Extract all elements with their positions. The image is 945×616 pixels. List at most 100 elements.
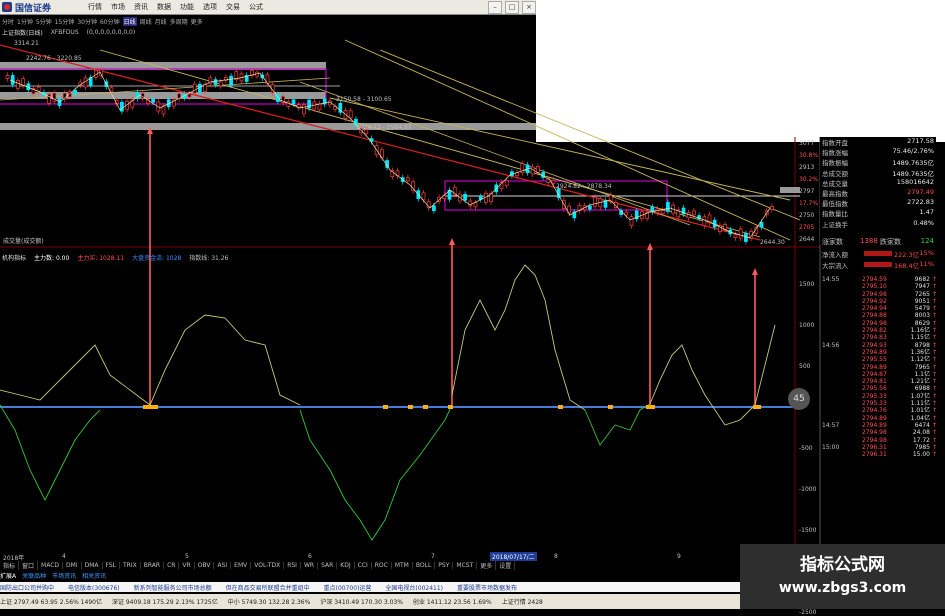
candle [624, 211, 629, 216]
tick-row: 2794.94 5479 ↑ [820, 305, 936, 312]
news-link[interactable]: 新系列智能服务公司市场总额 [134, 583, 212, 592]
indicator-tab[interactable]: DMI [63, 562, 82, 569]
price-tick-label: 2644 [799, 236, 815, 243]
tick-time: 14:56 [822, 341, 840, 349]
indicator-tab[interactable]: MACD [38, 562, 64, 569]
sub-tab[interactable]: 相关资讯 [82, 571, 106, 580]
tick-row: 2796.31 15.00 ↑ [820, 451, 936, 458]
candle [161, 105, 166, 115]
indicator-tab[interactable]: CR [164, 562, 180, 569]
indicator-tab[interactable]: ROC [372, 562, 392, 569]
info-row: 最高指数 2797.49 [822, 188, 934, 198]
info-row: 指数涨幅 75.46/2.76% [822, 147, 934, 157]
trend-line [0, 44, 761, 241]
news-link[interactable]: 重点(00700)运营 [324, 583, 372, 592]
signal-marker [448, 405, 453, 409]
tick-price: 2794.89 [862, 363, 887, 371]
month-label: 4 [62, 553, 66, 560]
tick-price: 2794.89 [862, 414, 887, 422]
indicator-tab[interactable]: 设置 [496, 561, 516, 570]
candle [36, 86, 41, 92]
news-link[interactable]: 全国电视台(002411) [385, 583, 443, 592]
info-row: 总成交量 158016642 [822, 178, 934, 188]
candle [99, 69, 103, 77]
indicator-tab[interactable]: CCI [355, 562, 372, 569]
candle [733, 234, 738, 239]
indicator-tab[interactable]: 指标 [0, 561, 20, 570]
info-label: 总成交额 [822, 169, 848, 178]
chart-canvas[interactable] [0, 0, 945, 609]
tick-direction-icon: ↑ [932, 297, 936, 305]
indicator-tab[interactable]: DMA [82, 562, 103, 569]
signal-marker [756, 405, 761, 409]
indicator-tab[interactable]: BOLL [413, 562, 436, 569]
advance-decline-row: 涨家数 1388 跌家数 124 [820, 237, 936, 247]
tick-direction-icon: ↑ [932, 378, 936, 386]
sub-tab[interactable]: 扩展A [0, 571, 16, 580]
price-tick-label: 17.7% [799, 200, 819, 207]
indicator-tab[interactable]: BRAR [141, 562, 165, 569]
indicator-tab[interactable]: 窗口 [19, 561, 39, 570]
indicator-tab[interactable]: VR [179, 562, 195, 569]
indicator-tab[interactable]: PSY [435, 562, 454, 569]
price-tick-label: 2705 [799, 224, 815, 231]
indicator-tab[interactable]: MTM [392, 562, 413, 569]
indicator-tab[interactable]: ASI [214, 562, 232, 569]
candle [317, 103, 322, 111]
low-price-label: 2644.30 [760, 239, 785, 246]
indicator-tab[interactable]: FSL [103, 562, 121, 569]
tick-row: 2795.56 6988 ↑ [820, 385, 936, 392]
info-label: 最低指数 [822, 200, 848, 209]
zoom-badge[interactable]: 45 [788, 388, 810, 410]
price-tick-label: 30.2% [799, 176, 819, 183]
news-link[interactable]: 重要股票市场数据发布 [457, 583, 517, 592]
sub-tab[interactable]: 市场资讯 [52, 571, 76, 580]
info-value: 1489.7635亿 [892, 169, 934, 178]
tick-list[interactable]: 14:55 2794.59 9682 ↑ 2795.10 7947 ↑ 2794.98 7265… [820, 276, 936, 544]
indicator-tail: 指数线: 31.26 [189, 255, 229, 262]
indicator-tick-label: -500 [799, 445, 813, 452]
indicator-tab[interactable]: EMV [231, 562, 252, 569]
info-label: 指数振幅 [822, 159, 848, 168]
tick-price: 2794.83 [862, 334, 887, 342]
indicator-line-negative [584, 403, 651, 446]
signal-marker [383, 405, 388, 409]
tick-direction-icon: ↑ [932, 283, 936, 291]
indicator-tab[interactable]: 更多 [477, 561, 497, 570]
news-link[interactable]: 但在商品交易所联盟合并重组中 [226, 583, 310, 592]
price-tick-label: 2913 [799, 164, 815, 171]
indicator-tab[interactable]: WR [301, 562, 319, 569]
indicator-tabs: 指标 窗口 MACD DMI DMA FSL TRIX BRAR CR VR OBV ASI EMV VO… [0, 561, 740, 570]
flow-pct: 15% [919, 249, 934, 257]
indicator-tab[interactable]: TRIX [120, 562, 141, 569]
indicator-tab[interactable]: SAR [318, 562, 338, 569]
info-value: 0.48% [913, 218, 934, 227]
tick-volume: 1.21亿 [910, 378, 930, 386]
indicator-tab[interactable]: VOL-TDX [251, 562, 285, 569]
tick-volume: 8003 [914, 312, 930, 320]
candle [473, 202, 478, 208]
news-link[interactable]: 国防出口公司并购中 [0, 583, 54, 592]
tick-price: 2795.56 [862, 385, 887, 393]
tick-volume: 7947 [914, 283, 930, 291]
indicator-tab[interactable]: OBV [195, 562, 215, 569]
tick-volume: 1.15亿 [910, 334, 930, 342]
tick-price: 2794.98 [862, 319, 887, 327]
info-row: 指数开盘 2717.58 [822, 137, 934, 147]
info-row: 上证换手 0.48% [822, 219, 934, 229]
indicator-tab[interactable]: MCST [453, 562, 478, 569]
news-link[interactable]: 电信版本(300676) [68, 583, 120, 592]
indicator-mid: 主力买: 1028.11 [77, 255, 125, 262]
tick-row: 2794.88 8003 ↑ [820, 312, 936, 319]
info-label: 指数涨幅 [822, 149, 848, 158]
arrow-head [449, 238, 455, 245]
indicator-tab[interactable]: RSI [284, 562, 301, 569]
watermark-banner: 指标公式网 www.zbgs3.com [740, 544, 945, 609]
tick-volume: 9051 [914, 297, 930, 305]
tick-direction-icon: ↑ [932, 290, 936, 298]
sub-tab[interactable]: 关联品种 [22, 571, 46, 580]
info-value: 2797.49 [907, 188, 934, 196]
indicator-tab[interactable]: KDJ [337, 562, 355, 569]
tick-price: 2794.59 [862, 276, 887, 283]
indicator-tick-label: -1000 [799, 486, 817, 493]
